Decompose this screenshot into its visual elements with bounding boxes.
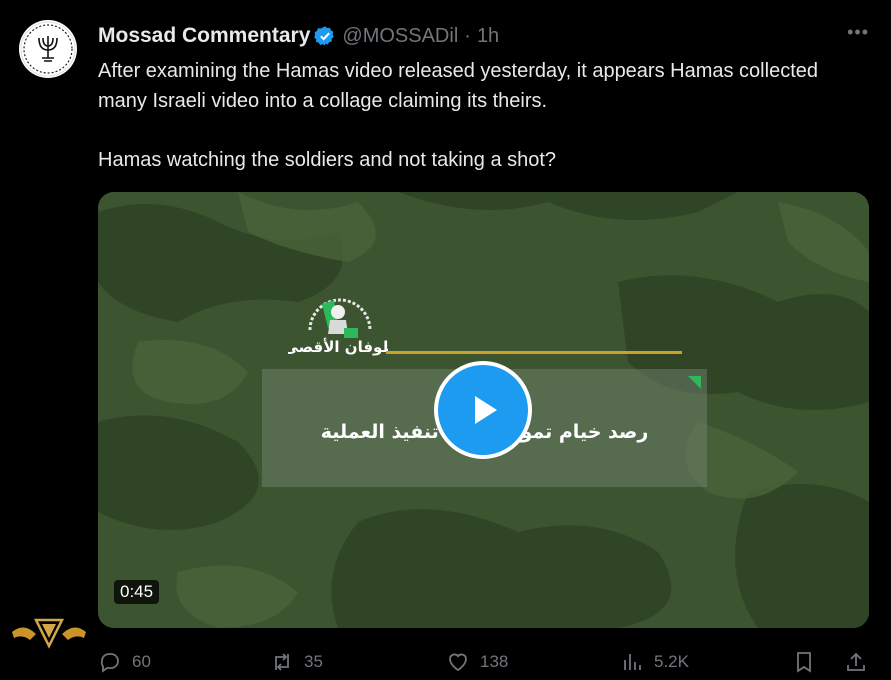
separator-dot: ·: [464, 24, 471, 47]
repost-button[interactable]: 35: [270, 650, 323, 674]
views-button[interactable]: 5.2K: [620, 650, 689, 674]
play-button[interactable]: [434, 361, 532, 459]
like-button[interactable]: 138: [446, 650, 508, 674]
share-icon: [847, 652, 865, 671]
emblem-text: طوفان الأقصى: [288, 338, 388, 356]
emblem-icon: طوفان الأقصى: [288, 298, 388, 356]
tweet-paragraph-2: Hamas watching the soldiers and not taki…: [98, 149, 557, 171]
more-icon[interactable]: •••: [847, 22, 869, 43]
views-count: 5.2K: [654, 652, 689, 671]
action-bar: 60 35 138 5.2K: [98, 650, 873, 680]
video-player[interactable]: طوفان الأقصى رصد خيام تموضع قبل تنفيذ ال…: [98, 192, 869, 628]
gold-divider: [386, 351, 682, 354]
timestamp[interactable]: 1h: [477, 25, 499, 48]
avatar[interactable]: [19, 20, 77, 78]
reply-button[interactable]: 60: [98, 650, 151, 674]
tweet-paragraph-1: After examining the Hamas video released…: [98, 60, 818, 112]
tweet-text: After examining the Hamas video released…: [98, 56, 858, 175]
bookmark-icon: [797, 652, 811, 673]
tweet-header: Mossad Commentary @MOSSADil · 1h: [98, 22, 858, 50]
repost-count: 35: [304, 652, 323, 671]
reply-count: 60: [132, 652, 151, 671]
repost-icon: [275, 653, 289, 671]
video-duration: 0:45: [114, 580, 160, 604]
like-count: 138: [480, 652, 509, 671]
like-icon: [449, 653, 467, 672]
corner-accent: [688, 376, 701, 389]
verified-badge-icon: [314, 26, 335, 46]
author-handle[interactable]: @MOSSADil: [342, 25, 458, 48]
bookmark-button[interactable]: [792, 650, 826, 674]
share-button[interactable]: [844, 650, 878, 674]
watermark-logo-icon: [0, 612, 98, 673]
views-icon: [624, 654, 641, 670]
play-icon: [475, 396, 497, 424]
author-name[interactable]: Mossad Commentary: [98, 24, 310, 48]
reply-icon: [100, 653, 119, 673]
